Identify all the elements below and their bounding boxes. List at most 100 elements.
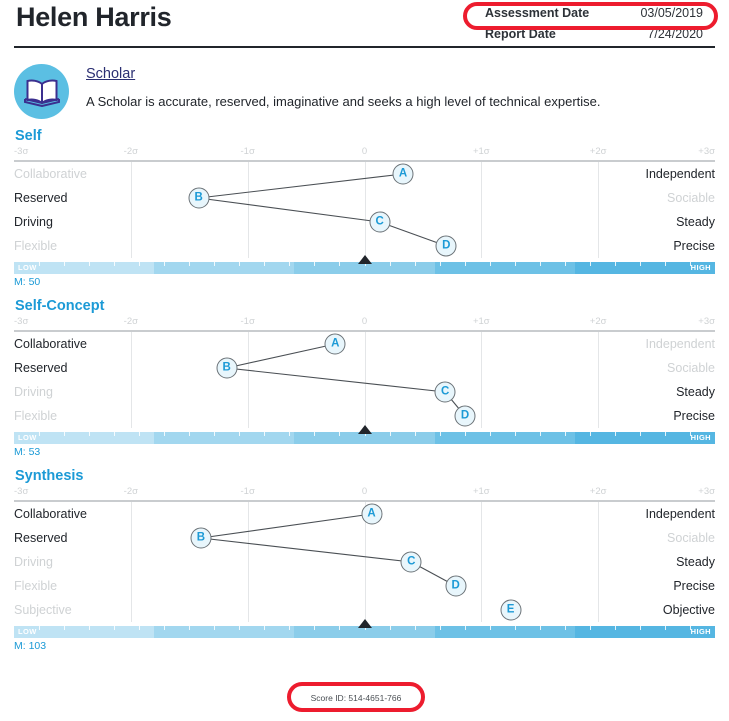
score-band-tick [664, 262, 666, 266]
score-band-tick [289, 626, 291, 630]
score-band-segment [434, 262, 575, 274]
score-band-tick [439, 432, 441, 436]
chart-block: Self-Concept -3σ -2σ -1σ 0 +1σ +2σ +3σ Collabora… [0, 298, 729, 458]
score-band-tick [589, 626, 591, 630]
score-band-tick [464, 432, 466, 436]
axis-tick-label: -3σ [14, 146, 29, 157]
score-band-segment [154, 262, 295, 274]
score-band-tick [389, 626, 391, 630]
score-band-tick [639, 626, 641, 630]
trait-marker[interactable]: C [369, 211, 391, 233]
score-band-high-label: HIGH [690, 433, 711, 442]
score-band-high-label: HIGH [690, 263, 711, 272]
score-band-tick [514, 432, 516, 436]
connector-lines [226, 343, 466, 417]
trait-marker[interactable]: B [188, 187, 210, 209]
trait-marker[interactable]: A [392, 163, 414, 185]
trait-marker[interactable]: C [400, 551, 422, 573]
axis-tick-label: -2σ [123, 146, 138, 157]
score-band-tick [39, 262, 41, 266]
report-date-label: Report Date [485, 27, 556, 41]
score-band-low-label: LOW [18, 433, 37, 442]
score-band-tick [564, 432, 566, 436]
profile-summary: Scholar A Scholar is accurate, reserved,… [0, 62, 729, 124]
score-band-tick [414, 626, 416, 630]
score-band-tick [314, 432, 316, 436]
score-band-tick [489, 262, 491, 266]
assessment-date-value: 03/05/2019 [640, 6, 703, 20]
score-band-tick [439, 626, 441, 630]
trait-marker[interactable]: B [216, 357, 238, 379]
trait-marker[interactable]: E [500, 599, 522, 621]
axis-tick-label: +2σ [589, 146, 607, 157]
score-band-tick [89, 432, 91, 436]
score-band-tick [214, 262, 216, 266]
score-band-tick [539, 626, 541, 630]
score-band-pointer [357, 255, 372, 264]
score-band-tick [564, 262, 566, 266]
axis-tick-label: +1σ [472, 146, 490, 157]
score-band-tick [139, 432, 141, 436]
score-band-segment [434, 432, 575, 444]
score-band-tick [614, 626, 616, 630]
score-band-tick [64, 626, 66, 630]
axis-tick-label: -3σ [14, 316, 29, 327]
score-band-pointer [357, 619, 372, 628]
axis-tick-label: 0 [361, 146, 368, 157]
score-band-high-label: HIGH [690, 627, 711, 636]
trait-marker[interactable]: D [435, 235, 457, 257]
score-band-tick [514, 262, 516, 266]
report-header: Helen Harris Assessment Date 03/05/2019 … [0, 0, 729, 52]
trait-marker[interactable]: C [434, 381, 456, 403]
score-band-tick [89, 626, 91, 630]
score-band-tick [314, 626, 316, 630]
score-band-tick [414, 432, 416, 436]
chart-list: Self -3σ -2σ -1σ 0 +1σ +2σ +3σ Collaborative Inde… [0, 128, 729, 652]
score-band-tick [139, 626, 141, 630]
score-band-tick [489, 626, 491, 630]
axis-tick-label: 0 [361, 316, 368, 327]
score-band-tick [39, 626, 41, 630]
score-band-tick [214, 626, 216, 630]
axis-tick-label: +2σ [589, 316, 607, 327]
report-date-value: 7/24/2020 [647, 27, 703, 41]
profile-type-title[interactable]: Scholar [86, 66, 601, 82]
assessment-date-row: Assessment Date 03/05/2019 [473, 6, 713, 27]
score-band-tick [339, 626, 341, 630]
connector-lines [198, 173, 447, 247]
score-band-tick [164, 432, 166, 436]
trait-marker[interactable]: D [445, 575, 467, 597]
trait-marker[interactable]: A [324, 333, 346, 355]
score-band-tick [539, 262, 541, 266]
score-band-tick [614, 432, 616, 436]
axis-tick-label: -1σ [240, 146, 255, 157]
score-band-tick [114, 626, 116, 630]
assessment-date-label: Assessment Date [485, 6, 590, 20]
axis-tick-label: -2σ [123, 316, 138, 327]
score-band-tick [264, 262, 266, 266]
score-band-tick [464, 262, 466, 266]
axis-tick-label: +1σ [472, 316, 490, 327]
axis-tick-label: +3σ [698, 146, 715, 157]
score-band-tick [414, 262, 416, 266]
chart-title: Self [15, 128, 42, 144]
score-band-segment [434, 626, 575, 638]
open-book-icon [14, 64, 69, 119]
axis-tick-label: 0 [361, 486, 368, 497]
score-band-tick [464, 626, 466, 630]
trait-marker[interactable]: A [361, 503, 382, 525]
score-band-tick [289, 262, 291, 266]
chart-m-value: M: 103 [14, 640, 47, 652]
score-id-chip: Score ID: 514-4651-766 [301, 691, 411, 705]
score-band-tick [89, 262, 91, 266]
trait-marker[interactable]: B [190, 527, 212, 549]
score-band-wrapper: LOW HIGH [14, 619, 715, 638]
score-band-tick [314, 262, 316, 266]
chart-plot: Collaborative Independent A Reserved Sociabl… [14, 332, 715, 428]
score-band-tick [264, 432, 266, 436]
axis-tick-label: -3σ [14, 486, 29, 497]
score-band-tick [439, 262, 441, 266]
trait-marker[interactable]: D [454, 405, 476, 427]
axis-tick-label: -2σ [123, 486, 138, 497]
score-band-wrapper: LOW HIGH [14, 255, 715, 274]
